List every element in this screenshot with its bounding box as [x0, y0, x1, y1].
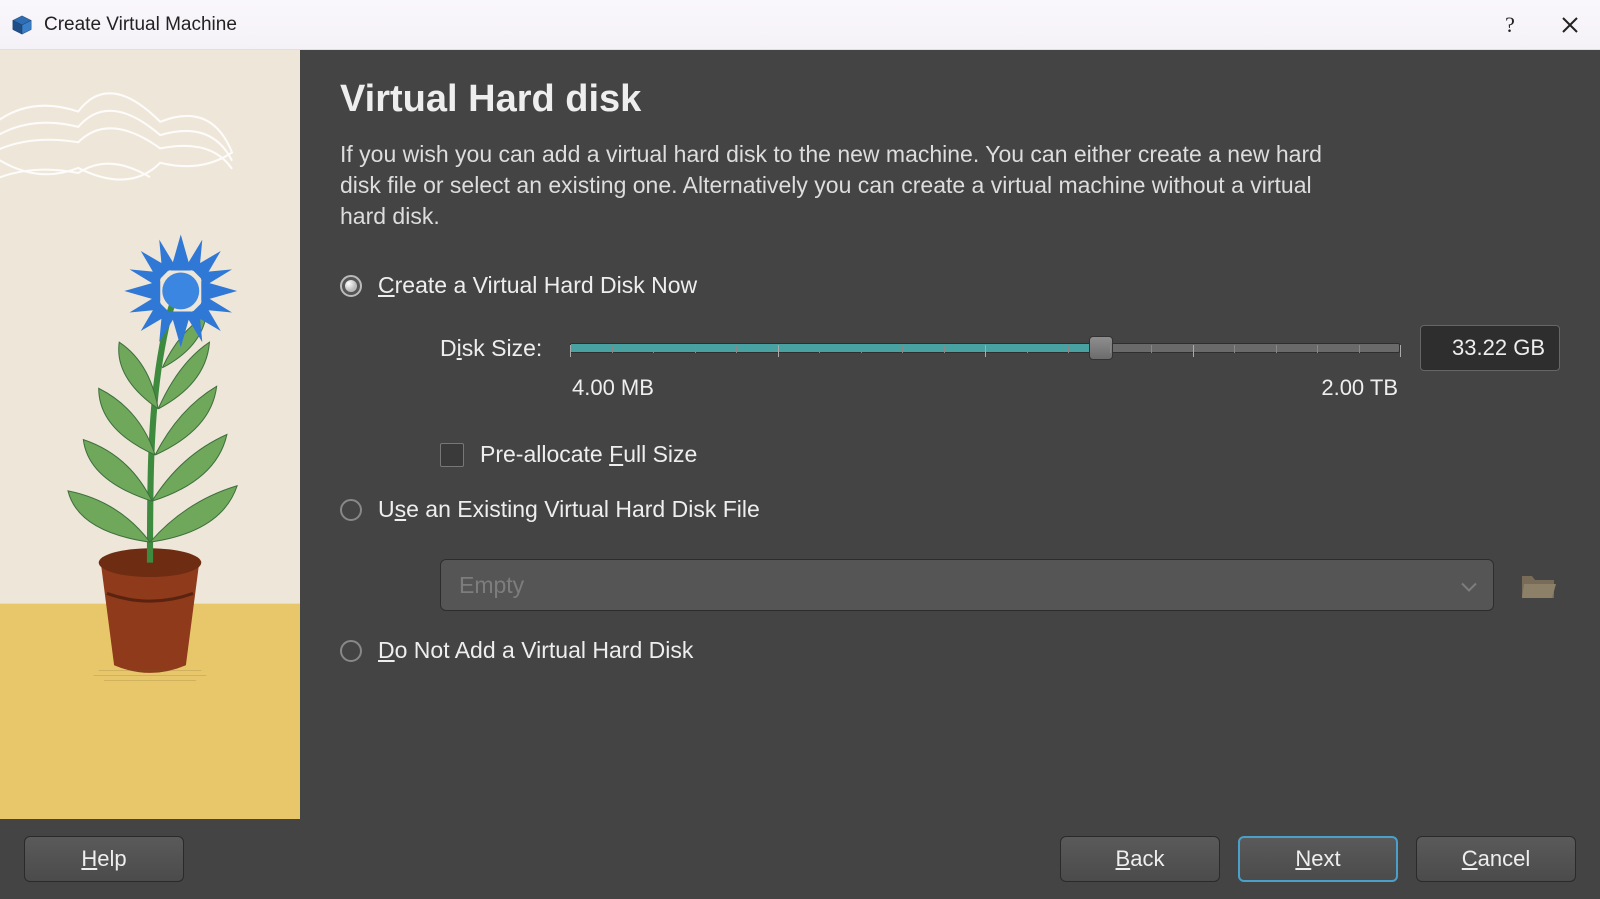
titlebar: Create Virtual Machine ? — [0, 0, 1600, 50]
side-illustration — [0, 50, 300, 819]
window-title: Create Virtual Machine — [44, 14, 237, 36]
cancel-button[interactable]: Cancel — [1416, 836, 1576, 882]
option-no-disk-row: Do Not Add a Virtual Hard Disk — [340, 637, 1560, 664]
wizard-content: Virtual Hard disk If you wish you can ad… — [300, 50, 1600, 819]
close-icon[interactable] — [1540, 0, 1600, 49]
disk-size-row: Disk Size: 33.22 GB — [440, 323, 1560, 373]
wizard-window: Create Virtual Machine ? — [0, 0, 1600, 899]
disk-size-label: Disk Size: — [440, 335, 550, 362]
app-icon — [10, 13, 34, 37]
disk-size-slider[interactable] — [570, 323, 1400, 373]
radio-no-disk[interactable] — [340, 640, 362, 662]
radio-create-label[interactable]: Create a Virtual Hard Disk Now — [378, 272, 697, 299]
disk-size-range: 4.00 MB 2.00 TB — [570, 375, 1400, 401]
existing-file-row: Empty — [440, 559, 1560, 611]
option-create-row: Create a Virtual Hard Disk Now — [340, 272, 1560, 299]
wizard-body: Virtual Hard disk If you wish you can ad… — [0, 50, 1600, 819]
existing-file-value: Empty — [459, 572, 524, 599]
radio-use-existing-label[interactable]: Use an Existing Virtual Hard Disk File — [378, 496, 760, 523]
create-subblock: Disk Size: 33.22 GB 4.00 MB 2.00 TB — [440, 323, 1560, 468]
next-button[interactable]: Next — [1238, 836, 1398, 882]
browse-file-button — [1516, 563, 1560, 607]
back-button[interactable]: Back — [1060, 836, 1220, 882]
preallocate-checkbox[interactable] — [440, 443, 464, 467]
option-existing-row: Use an Existing Virtual Hard Disk File — [340, 496, 1560, 523]
help-button[interactable]: Help — [24, 836, 184, 882]
chevron-down-icon — [1461, 572, 1477, 599]
window-controls: ? — [1480, 0, 1600, 49]
disk-size-value[interactable]: 33.22 GB — [1420, 325, 1560, 371]
page-heading: Virtual Hard disk — [340, 78, 1560, 121]
page-description: If you wish you can add a virtual hard d… — [340, 139, 1350, 232]
radio-create[interactable] — [340, 275, 362, 297]
disk-size-max: 2.00 TB — [1321, 375, 1398, 401]
existing-file-combo: Empty — [440, 559, 1494, 611]
preallocate-row: Pre-allocate Full Size — [440, 441, 1560, 468]
radio-no-disk-label[interactable]: Do Not Add a Virtual Hard Disk — [378, 637, 693, 664]
preallocate-label[interactable]: Pre-allocate Full Size — [480, 441, 697, 468]
radio-use-existing[interactable] — [340, 499, 362, 521]
help-icon[interactable]: ? — [1480, 0, 1540, 49]
disk-size-min: 4.00 MB — [572, 375, 654, 401]
wizard-footer: Help Back Next Cancel — [0, 819, 1600, 899]
